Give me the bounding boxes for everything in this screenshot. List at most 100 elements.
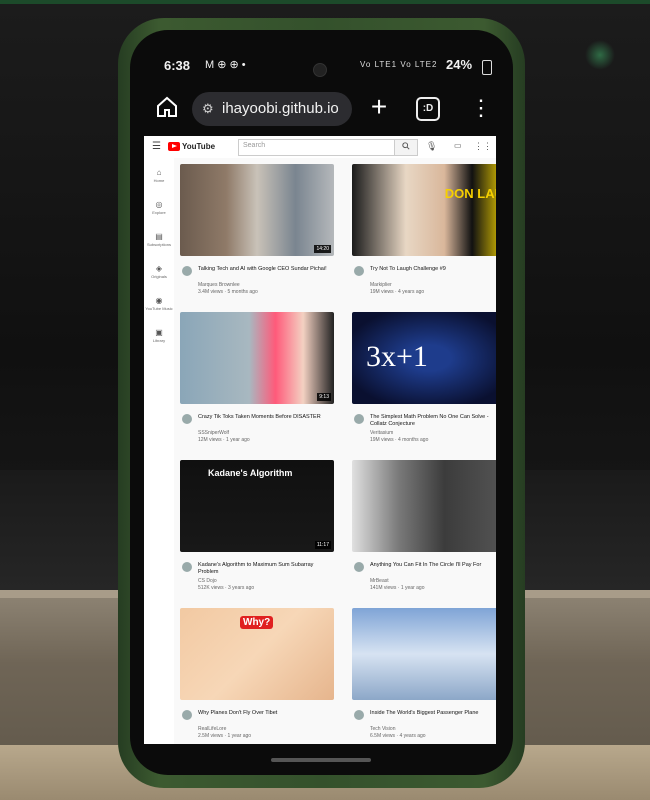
video-thumbnail[interactable]: DON LAU — [352, 164, 496, 256]
thumbnail-text: 3x+1 — [366, 340, 428, 373]
channel-name[interactable]: Tech Vision — [370, 726, 395, 732]
search-placeholder: Search — [243, 142, 266, 149]
sidebar-item-label: Explore — [152, 210, 166, 215]
video-thumbnail[interactable]: 9:13 — [180, 312, 334, 404]
mic-icon[interactable]: 🎙 — [426, 141, 437, 152]
new-tab-button[interactable]: + — [365, 92, 393, 122]
video-title[interactable]: Talking Tech and AI with Google CEO Sund… — [198, 266, 328, 273]
apps-icon[interactable]: ⋮⋮ — [474, 141, 492, 152]
video-meta: 3.4M views · 5 months ago — [198, 289, 258, 295]
video-meta: 6.5M views · 4 years ago — [370, 733, 426, 739]
search-icon — [402, 142, 410, 150]
web-content: ☰ YouTube Search 🎙 ▭ ⋮⋮ ⌂ Home ◎ Explore ▤ Su… — [144, 136, 496, 744]
channel-name[interactable]: Marques Brownlee — [198, 282, 240, 288]
home-button[interactable] — [154, 95, 180, 121]
video-meta: 141M views · 1 year ago — [370, 585, 425, 591]
channel-avatar[interactable] — [354, 562, 364, 572]
youtube-logo-icon[interactable] — [168, 142, 180, 151]
sidebar-item-label: YouTube Music — [145, 306, 173, 311]
search-button[interactable] — [394, 139, 418, 156]
create-icon[interactable]: ▭ — [454, 141, 462, 150]
video-grid: 14:20 Talking Tech and AI with Google CEO… — [180, 158, 496, 744]
channel-name[interactable]: CS Dojo — [198, 578, 217, 584]
url-text: ihayoobi.github.io — [222, 100, 339, 117]
address-bar[interactable]: ⚙ ihayoobi.github.io — [192, 92, 352, 126]
channel-name[interactable]: SSSniperWolf — [198, 430, 229, 436]
video-duration: 14:20 — [314, 245, 331, 253]
video-title[interactable]: Anything You Can Fit In The Circle I'll … — [370, 562, 496, 569]
youtube-logo-text[interactable]: YouTube — [182, 142, 215, 151]
status-bar: 6:38 M ⊕ ⊕ • Vo LTE1 Vo LTE2 24% — [130, 30, 513, 80]
video-card[interactable]: 3x+1 The Simplest Math Problem No One Can… — [352, 312, 496, 452]
video-card[interactable]: DON LAU Try Not To Laugh Challenge #9 Mark… — [352, 164, 496, 304]
channel-avatar[interactable] — [182, 414, 192, 424]
sidebar-item-library[interactable]: ▣ Library — [144, 328, 174, 343]
video-meta: 12M views · 1 year ago — [198, 437, 250, 443]
video-title[interactable]: Why Planes Don't Fly Over Tibet — [198, 710, 328, 717]
thumbnail-text: DON LAU — [444, 186, 496, 201]
music-icon: ◉ — [155, 296, 163, 305]
channel-avatar[interactable] — [182, 266, 192, 276]
compass-icon: ◎ — [155, 200, 163, 209]
tab-switcher-button[interactable]: :D — [416, 97, 440, 121]
channel-avatar[interactable] — [354, 414, 364, 424]
video-title[interactable]: Kadane's Algorithm to Maximum Sum Subarr… — [198, 562, 328, 576]
search-input[interactable]: Search — [238, 139, 396, 156]
youtube-header: ☰ YouTube Search 🎙 ▭ ⋮⋮ — [144, 136, 496, 158]
channel-name[interactable]: MrBeast — [370, 578, 389, 584]
notification-icons: M ⊕ ⊕ • — [205, 59, 246, 71]
signal-icon: Vo LTE1 Vo LTE2 — [360, 60, 438, 69]
video-thumbnail[interactable]: Kadane's Algorithm 11:17 — [180, 460, 334, 552]
video-title[interactable]: Inside The World's Biggest Passenger Pla… — [370, 710, 496, 717]
video-card[interactable]: 14:20 Talking Tech and AI with Google CEO… — [180, 164, 338, 304]
video-card[interactable]: Why? Why Planes Don't Fly Over Tibet RealL… — [180, 608, 338, 744]
menu-icon[interactable]: ☰ — [152, 141, 161, 152]
video-meta: 512K views · 3 years ago — [198, 585, 255, 591]
library-icon: ▣ — [155, 328, 163, 337]
channel-avatar[interactable] — [354, 266, 364, 276]
background-stripe — [0, 0, 650, 4]
video-thumbnail[interactable] — [352, 460, 496, 552]
more-options-icon[interactable]: ⋮ — [470, 94, 492, 122]
channel-name[interactable]: RealLifeLore — [198, 726, 226, 732]
thumbnail-text: Kadane's Algorithm — [208, 468, 293, 478]
video-card[interactable]: Anything You Can Fit In The Circle I'll … — [352, 460, 496, 600]
sidebar-item-explore[interactable]: ◎ Explore — [144, 200, 174, 215]
sidebar-item-subscriptions[interactable]: ▤ Subscriptions — [144, 232, 174, 247]
video-card[interactable]: Inside The World's Biggest Passenger Pla… — [352, 608, 496, 744]
sidebar-item-originals[interactable]: ◈ Originals — [144, 264, 174, 279]
site-settings-icon[interactable]: ⚙ — [202, 101, 214, 117]
originals-icon: ◈ — [155, 264, 163, 273]
status-time: 6:38 — [164, 58, 191, 73]
home-icon — [157, 96, 177, 117]
thumbnail-text: Why? — [240, 616, 274, 629]
video-title[interactable]: The Simplest Math Problem No One Can Sol… — [370, 414, 496, 428]
battery-icon — [482, 60, 492, 75]
video-title[interactable]: Crazy Tik Toks Taken Moments Before DISA… — [198, 414, 328, 421]
sidebar-item-home[interactable]: ⌂ Home — [144, 168, 174, 183]
sidebar-item-label: Home — [153, 178, 165, 183]
sidebar-item-label: Originals — [151, 274, 167, 279]
video-thumbnail[interactable]: 14:20 — [180, 164, 334, 256]
browser-toolbar: ⚙ ihayoobi.github.io + :D ⋮ — [130, 82, 513, 136]
video-thumbnail[interactable]: Why? — [180, 608, 334, 700]
home-icon: ⌂ — [156, 168, 162, 177]
phone-screen: 6:38 M ⊕ ⊕ • Vo LTE1 Vo LTE2 24% ⚙ ihayo… — [130, 30, 513, 775]
channel-avatar[interactable] — [182, 710, 192, 720]
channel-avatar[interactable] — [182, 562, 192, 572]
sidebar-item-label: Subscriptions — [146, 242, 171, 247]
channel-name[interactable]: Veritasium — [370, 430, 393, 436]
video-card[interactable]: Kadane's Algorithm 11:17 Kadane's Algorith… — [180, 460, 338, 600]
video-thumbnail[interactable]: 3x+1 — [352, 312, 496, 404]
youtube-sidebar: ⌂ Home ◎ Explore ▤ Subscriptions ◈ Originals ◉ Yo… — [144, 158, 174, 744]
subscriptions-icon: ▤ — [155, 232, 163, 241]
gesture-bar[interactable] — [271, 758, 371, 762]
video-card[interactable]: 9:13 Crazy Tik Toks Taken Moments Before … — [180, 312, 338, 452]
sidebar-item-youtube-music[interactable]: ◉ YouTube Music — [144, 296, 174, 311]
channel-name[interactable]: Markiplier — [370, 282, 392, 288]
video-title[interactable]: Try Not To Laugh Challenge #9 — [370, 266, 496, 273]
channel-avatar[interactable] — [354, 710, 364, 720]
video-thumbnail[interactable] — [352, 608, 496, 700]
video-duration: 11:17 — [314, 541, 331, 549]
video-meta: 19M views · 4 years ago — [370, 289, 425, 295]
